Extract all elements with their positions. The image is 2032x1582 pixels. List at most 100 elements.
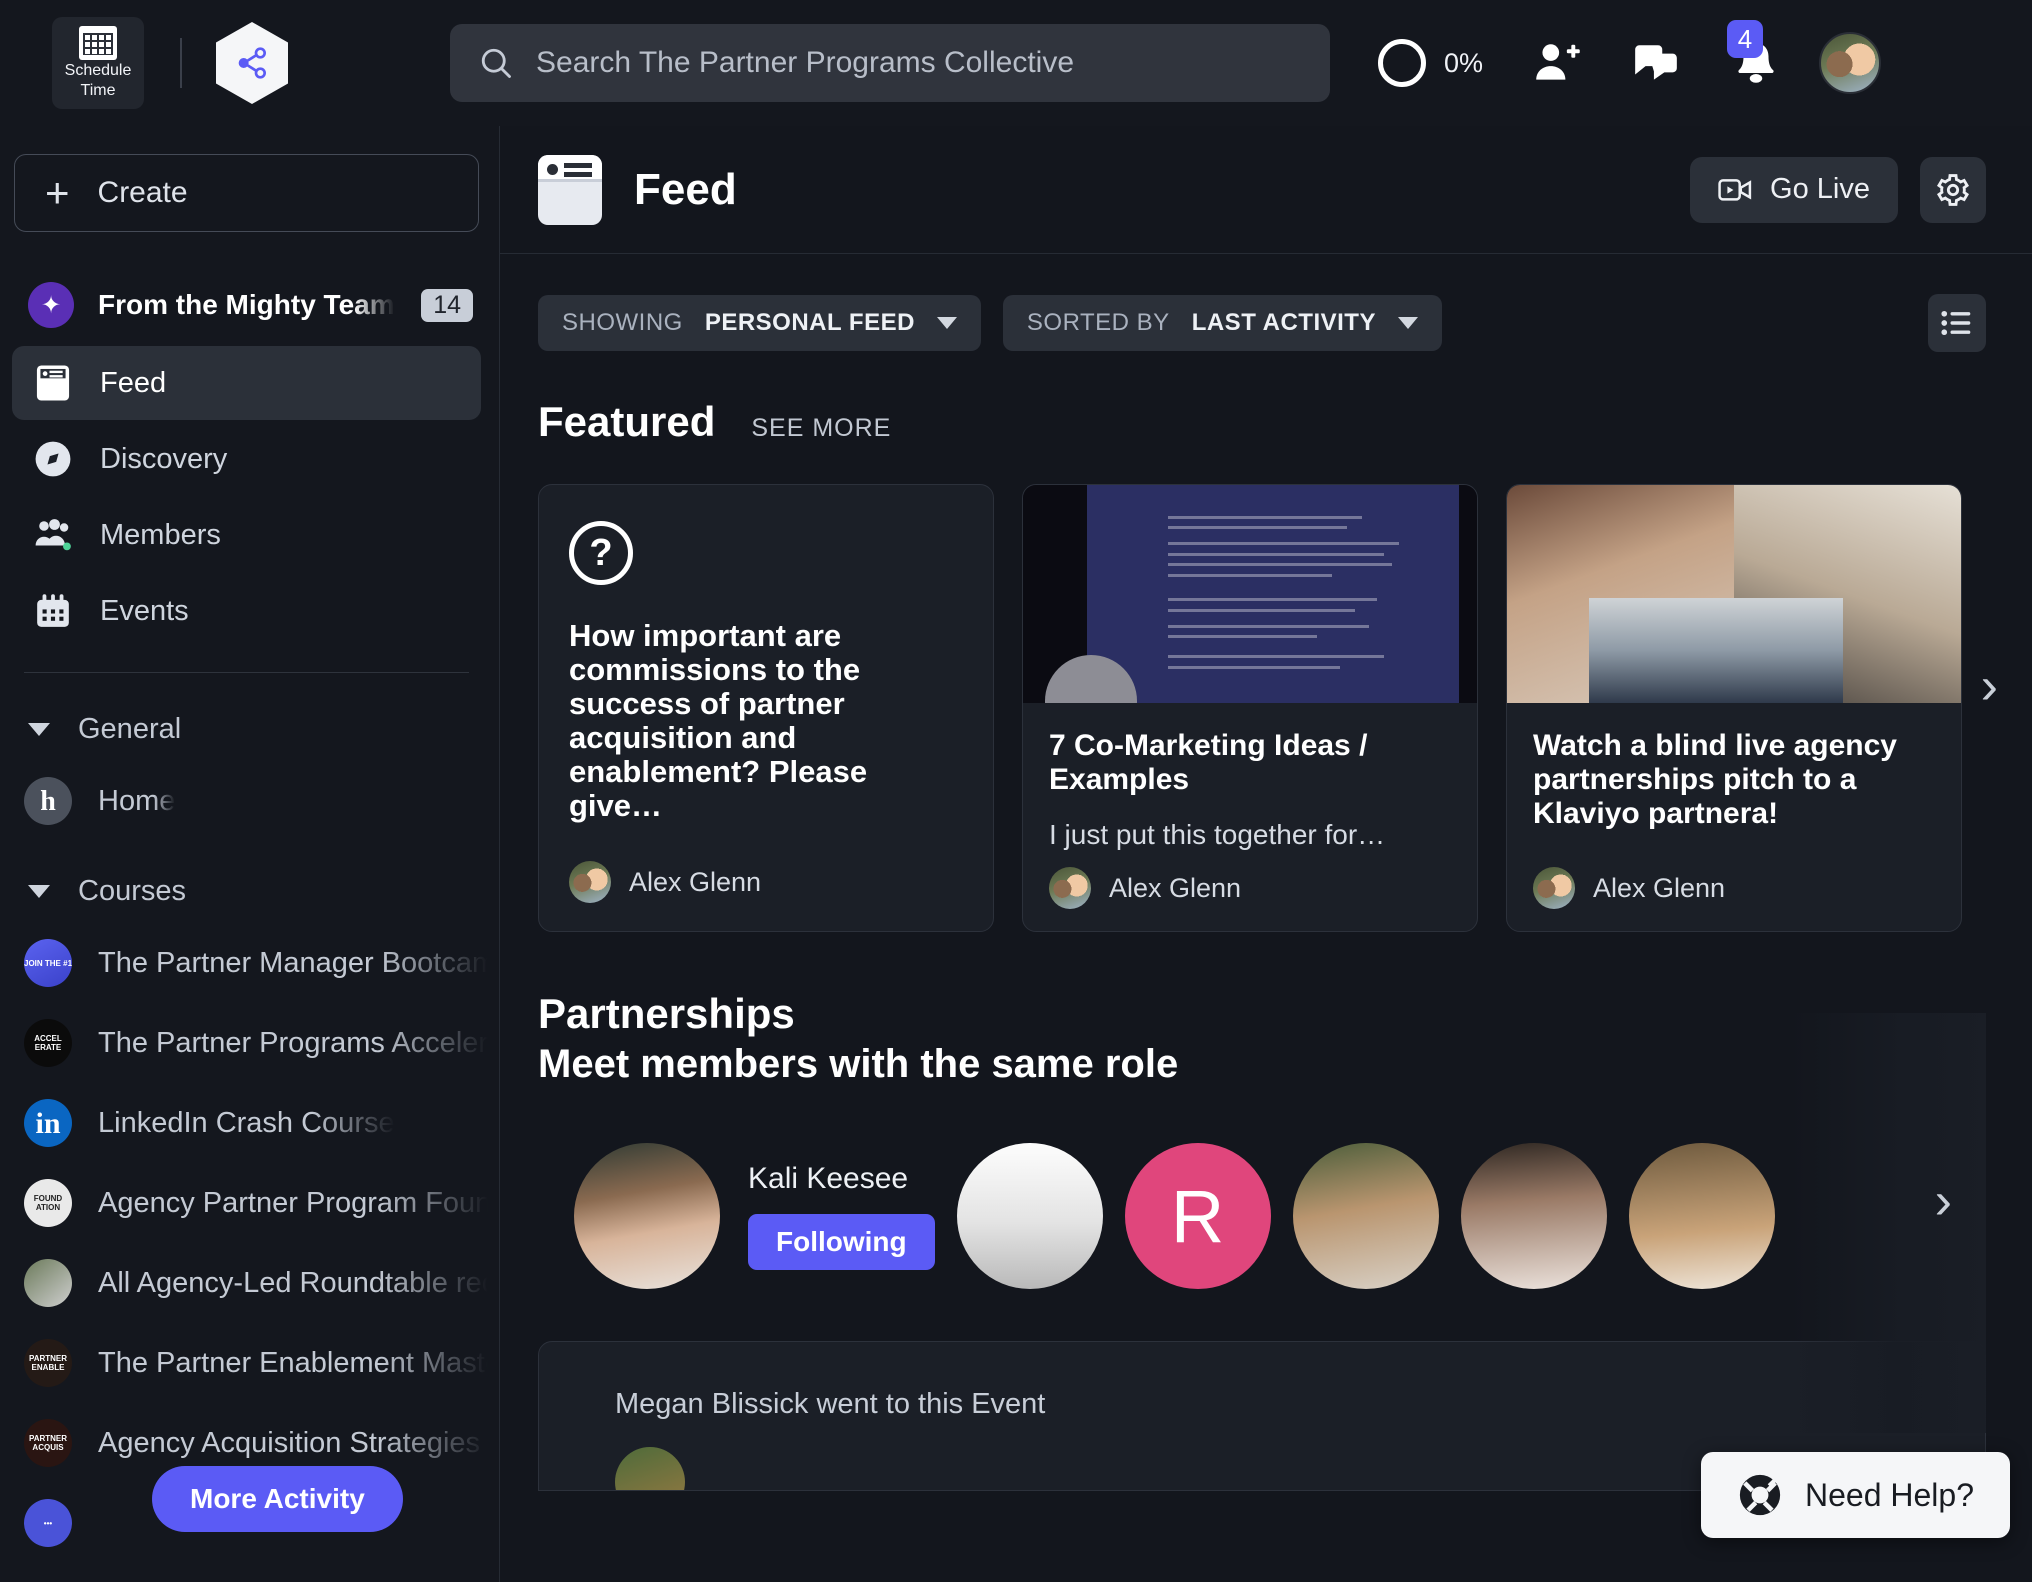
sorted-by-filter-value: LAST ACTIVITY [1191,309,1376,336]
create-label: Create [97,176,188,209]
person-name: Kali Keesee [748,1162,909,1195]
featured-card-post[interactable]: 7 Co-Marketing Ideas / Examples I just p… [1022,484,1478,932]
avatar[interactable] [1819,32,1882,94]
schedule-time-line2: Time [80,82,116,99]
course-avatar: FOUND ATION [24,1179,72,1227]
sidebar-item-course[interactable]: in LinkedIn Crash Course [0,1083,499,1163]
mighty-team-count: 14 [421,288,473,322]
main-header: Feed Go Live [500,126,2032,254]
create-button[interactable]: + Create [14,154,479,232]
header-actions: Go Live [1690,156,1986,223]
featured-header: Featured SEE MORE [538,398,1986,446]
feed-icon [32,362,74,404]
progress-ring-icon [1378,39,1426,87]
sidebar-item-label: Agency Acquisition Strategies Strategy [98,1426,488,1459]
sidebar-item-course[interactable]: FOUNDATION Agency Partner Program Founda… [0,1163,499,1243]
person-card[interactable] [1628,1143,1775,1289]
need-help-button[interactable]: Need Help? [1701,1452,2010,1538]
person-card[interactable]: Kali Keesee Following [574,1143,935,1289]
calendar-icon [79,26,117,60]
schedule-time-button[interactable]: Schedule Time [52,17,144,109]
sidebar-item-course[interactable]: ACCELERATE The Partner Programs Accelera… [0,1003,499,1083]
card-title: How important are commissions to the suc… [569,618,868,823]
card-author-name: Alex Glenn [1593,872,1726,903]
person-card[interactable]: R [1124,1143,1271,1289]
chevron-down-icon [936,317,957,329]
sidebar-item-members[interactable]: Members [12,498,481,572]
avatar [615,1447,685,1490]
card-author: Alex Glenn [569,861,963,903]
sidebar-item-label: All Agency-Led Roundtable recordings [98,1266,488,1299]
card-thumbnail [1023,485,1477,703]
course-avatar [24,1259,72,1307]
add-person-icon[interactable] [1529,36,1583,90]
linkedin-icon: in [24,1099,72,1147]
filters-row: SHOWING PERSONAL FEED SORTED BY LAST ACT… [538,294,1986,352]
sidebar-item-discovery[interactable]: Discovery [12,422,481,496]
person-card[interactable] [1292,1143,1439,1289]
course-avatar: PARTNER ACQUIS [24,1419,72,1467]
search-input[interactable]: Search The Partner Programs Collective [450,24,1330,102]
sidebar-item-feed[interactable]: Feed [12,346,481,420]
avatar [569,861,611,903]
following-button[interactable]: Following [748,1214,935,1270]
featured-see-more-link[interactable]: SEE MORE [751,414,891,443]
sidebar-item-course[interactable]: All Agency-Led Roundtable recordings [0,1243,499,1323]
sidebar-group-courses[interactable]: Courses [0,859,499,923]
featured-title: Featured [538,398,716,445]
home-avatar: h [24,777,72,825]
app-root: Schedule Time Search The Partner Program… [0,0,2032,1582]
course-avatar: ACCEL ERATE [24,1019,72,1067]
featured-card-question[interactable]: ? How important are commissions to the s… [538,484,994,932]
featured-carousel: ? How important are commissions to the s… [538,484,1998,932]
card-author: Alex Glenn [1049,867,1451,909]
need-help-label: Need Help? [1805,1476,1974,1513]
search-placeholder: Search The Partner Programs Collective [536,46,1075,79]
partnerships-title: Partnerships [538,990,795,1037]
sidebar: + Create ✦ From the Mighty Team 14 Feed … [0,126,500,1582]
chevron-down-icon [28,722,50,736]
sidebar-item-from-the-mighty-team[interactable]: ✦ From the Mighty Team 14 [0,272,499,344]
person-card[interactable] [956,1143,1103,1289]
sidebar-item-label: Discovery [100,442,228,475]
sidebar-item-course[interactable]: PARTNER ENABLE The Partner Enablement Mas… [0,1323,499,1403]
sidebar-item-label: Home [98,784,176,817]
sidebar-item-home[interactable]: h Home [0,761,499,841]
course-avatar: ••• [24,1499,72,1547]
compass-icon [32,438,74,480]
notifications-bell-icon[interactable]: 4 [1727,20,1783,90]
featured-next-button[interactable]: › [1981,660,1998,712]
life-ring-icon [1739,1474,1781,1516]
sidebar-item-label: Events [100,594,189,627]
page-title: Feed [634,164,737,214]
sidebar-group-general[interactable]: General [0,697,499,761]
chevron-down-icon [28,884,50,898]
more-activity-button[interactable]: More Activity [152,1466,403,1532]
sidebar-group-label: General [78,712,182,745]
featured-card-video[interactable]: Watch a blind live agency partnerships p… [1506,484,1962,932]
course-avatar: JOIN THE #1 [24,939,72,987]
messages-icon[interactable] [1629,36,1683,90]
showing-filter-dropdown[interactable]: SHOWING PERSONAL FEED [538,295,981,351]
partnerships-next-button[interactable]: › [1935,1171,1952,1231]
progress-percent: 0% [1444,47,1484,78]
showing-filter-value: PERSONAL FEED [704,309,915,336]
go-live-button[interactable]: Go Live [1690,156,1898,223]
sidebar-item-label: Members [100,518,221,551]
share-nodes-logo[interactable] [216,22,288,104]
person-card[interactable] [1460,1143,1607,1289]
gear-icon[interactable] [1920,156,1986,223]
chevron-down-icon [1397,317,1418,329]
list-view-icon[interactable] [1928,294,1986,352]
sidebar-item-events[interactable]: Events [12,574,481,648]
feed-content: SHOWING PERSONAL FEED SORTED BY LAST ACT… [500,254,2032,1582]
sidebar-group-label: Courses [78,874,186,907]
sidebar-item-label: The Partner Programs Accelerator [98,1026,488,1059]
toolbar-divider [180,38,182,88]
sidebar-item-course[interactable]: JOIN THE #1 The Partner Manager Bootcamp [0,923,499,1003]
top-bar: Schedule Time Search The Partner Program… [0,0,2032,126]
course-avatar: PARTNER ENABLE [24,1339,72,1387]
sorted-by-filter-dropdown[interactable]: SORTED BY LAST ACTIVITY [1002,295,1442,351]
sorted-by-filter-prefix: SORTED BY [1026,309,1170,336]
profile-progress[interactable]: 0% [1378,39,1483,87]
